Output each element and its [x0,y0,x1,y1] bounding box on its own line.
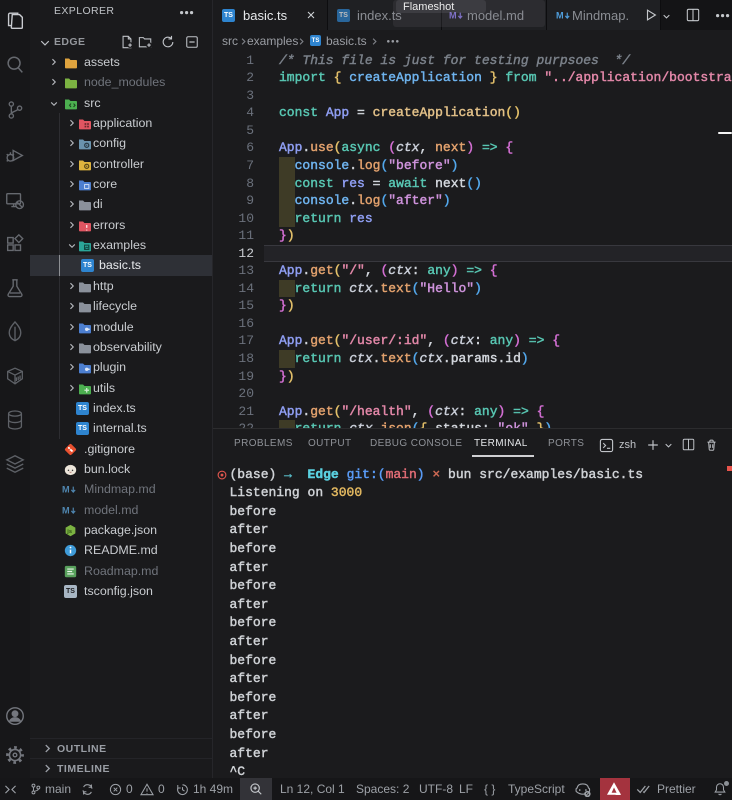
svg-text:M: M [556,10,564,20]
svg-text:js: js [66,529,72,535]
svg-text:M: M [62,484,70,494]
svg-text:M: M [62,505,70,515]
